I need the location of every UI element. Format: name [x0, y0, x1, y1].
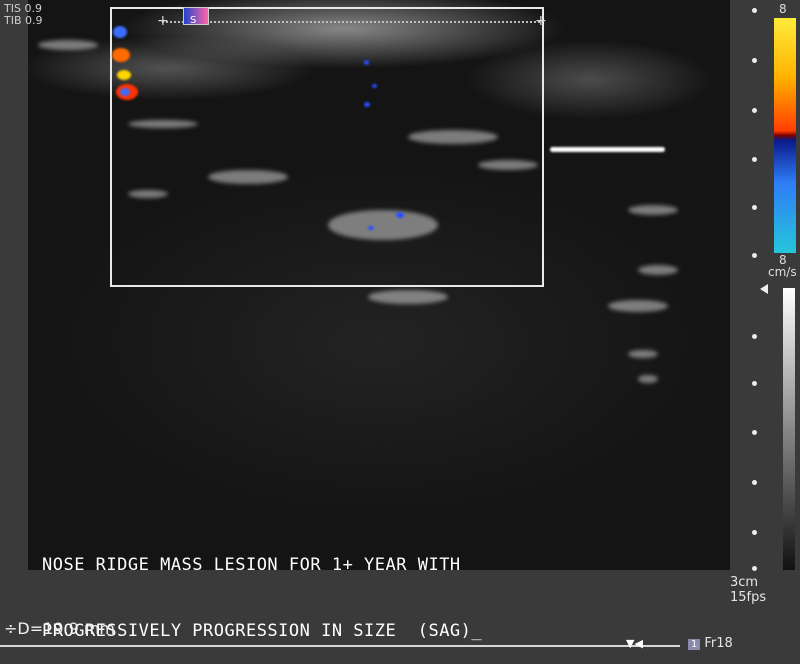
doppler-flow-spot — [372, 84, 377, 88]
frame-label: Fr18 — [704, 636, 733, 651]
grey-map-pointer-icon — [760, 284, 768, 294]
depth-marker-dot — [752, 205, 757, 210]
frame-indicator: 1 Fr18 — [688, 636, 733, 651]
doppler-indicator-icon: S — [183, 7, 209, 26]
echo-speck — [628, 205, 678, 215]
doppler-flow-spot — [364, 102, 370, 107]
annotation-caption: NOSE RIDGE MASS LESION FOR 1+ YEAR WITH … — [42, 510, 482, 664]
depth-marker-dot — [752, 157, 757, 162]
doppler-flow-spot — [396, 212, 404, 218]
echo-speck — [38, 40, 98, 50]
doppler-flow-spot — [113, 26, 127, 38]
depth-marker-dot — [752, 530, 757, 535]
doppler-flow-spot — [364, 60, 369, 65]
thermal-index: TIS 0.9 TIB 0.9 — [4, 3, 43, 27]
caption-line-1: NOSE RIDGE MASS LESION FOR 1+ YEAR WITH — [42, 555, 461, 575]
depth-marker-dot — [752, 334, 757, 339]
depth-marker-dot — [752, 253, 757, 258]
depth-marker-dot — [752, 58, 757, 63]
echo-speck — [628, 350, 658, 358]
doppler-flow-spot — [117, 70, 131, 80]
cine-position-marker-icon[interactable]: ▼◀ — [626, 637, 643, 650]
depth-marker-dot — [752, 108, 757, 113]
color-velocity-scale — [774, 18, 796, 253]
depth-marker-dot — [752, 480, 757, 485]
caliper-dotted-line — [162, 21, 540, 23]
echo-speck — [608, 300, 668, 312]
echo-speck — [368, 290, 448, 304]
depth-label: 3cm — [730, 575, 759, 590]
echo-speck — [638, 265, 678, 275]
bright-echo-line — [550, 147, 665, 152]
caliper-end-icon[interactable]: + — [535, 14, 547, 28]
cine-timeline-bar[interactable] — [0, 645, 680, 647]
doppler-flow-spot — [368, 226, 374, 230]
color-doppler-roi-box[interactable] — [110, 7, 544, 287]
depth-marker-dot — [752, 8, 757, 13]
color-scale-unit: cm/s — [768, 265, 797, 279]
echo-speck — [638, 375, 658, 383]
acquisition-info: 3cm 15fps — [730, 575, 766, 605]
color-scale-top-value: 8 — [779, 2, 787, 16]
tib-value: TIB 0.9 — [4, 14, 43, 27]
depth-marker-dot — [752, 381, 757, 386]
distance-measurement: ÷D=19.9 mm — [4, 619, 116, 638]
caliper-start-icon[interactable]: + — [157, 14, 169, 28]
greyscale-map-bar — [783, 288, 795, 570]
doppler-flow-spot — [120, 88, 130, 96]
frame-badge: 1 — [688, 639, 701, 650]
frame-rate-label: 15fps — [730, 590, 767, 605]
depth-marker-dot — [752, 430, 757, 435]
depth-marker-dot — [752, 566, 757, 571]
doppler-flow-spot — [112, 48, 130, 62]
